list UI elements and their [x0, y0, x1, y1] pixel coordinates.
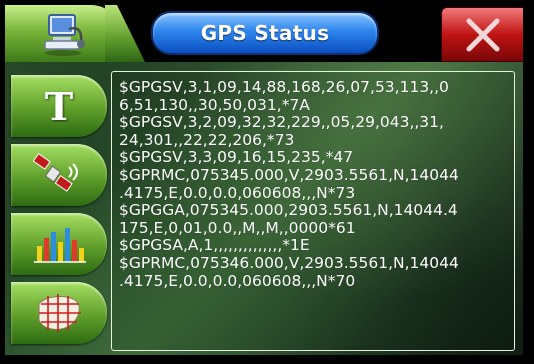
- map-button[interactable]: [11, 282, 107, 344]
- nmea-line: $GPGSV,3,3,09,16,15,235,*47: [119, 148, 354, 167]
- map-grid-icon: [38, 294, 81, 332]
- nmea-line: $GPGSV,3,2,09,32,32,229,,05,29,043,,31,: [119, 113, 444, 132]
- nmea-line: $GPRMC,075346.000,V,2903.5561,N,14044: [119, 254, 459, 272]
- nmea-line: $GPGSV,3,1,09,14,88,168,26,07,53,113,,0: [119, 78, 449, 96]
- close-button[interactable]: [441, 7, 523, 62]
- device-frame: GPS Status T $GPGSV,3,1,09,14,88,168,26,…: [0, 0, 534, 364]
- nmea-output-panel[interactable]: $GPGSV,3,1,09,14,88,168,26,07,53,113,,0 …: [111, 71, 515, 351]
- satellite-icon: [32, 153, 78, 192]
- nmea-line: .4175,E,0.0,0.0,060608,,,N*70: [119, 271, 356, 290]
- title-bar: GPS Status: [151, 11, 379, 55]
- computer-headset-icon: [44, 14, 85, 56]
- text-t-icon: T: [11, 75, 107, 137]
- nmea-line: 175,E,0,01,0.0,,M,,M,,0000*61: [119, 218, 356, 237]
- home-button[interactable]: [5, 5, 121, 62]
- signal-bars-icon: [34, 228, 86, 263]
- map-icon-wrap: [11, 282, 107, 344]
- text-mode-button[interactable]: T: [11, 75, 107, 137]
- signal-strength-button[interactable]: [11, 213, 107, 275]
- text-mode-label: T: [44, 83, 74, 129]
- nmea-line: 6,51,130,,30,50,031,*7A: [119, 95, 310, 114]
- screen: GPS Status T $GPGSV,3,1,09,14,88,168,26,…: [5, 5, 523, 355]
- nmea-line: $GPRMC,075345.000,V,2903.5561,N,14044: [119, 166, 459, 184]
- nmea-line: .4175,E,0.0,0.0,060608,,,N*73: [119, 183, 356, 202]
- nmea-line: $GPGSA,A,1,,,,,,,,,,,,,,*1E: [119, 236, 310, 255]
- nmea-line: 24,301,,22,22,206,*73: [119, 130, 295, 149]
- window-title: GPS Status: [200, 21, 330, 45]
- satellite-view-button[interactable]: [11, 144, 107, 206]
- close-x-icon: [466, 18, 500, 52]
- top-bar: GPS Status: [5, 5, 523, 62]
- nmea-line: $GPGGA,075345.000,2903.5561,N,14044.4: [119, 201, 458, 220]
- signal-icon-wrap: [11, 213, 107, 275]
- satellite-icon-wrap: [11, 144, 107, 206]
